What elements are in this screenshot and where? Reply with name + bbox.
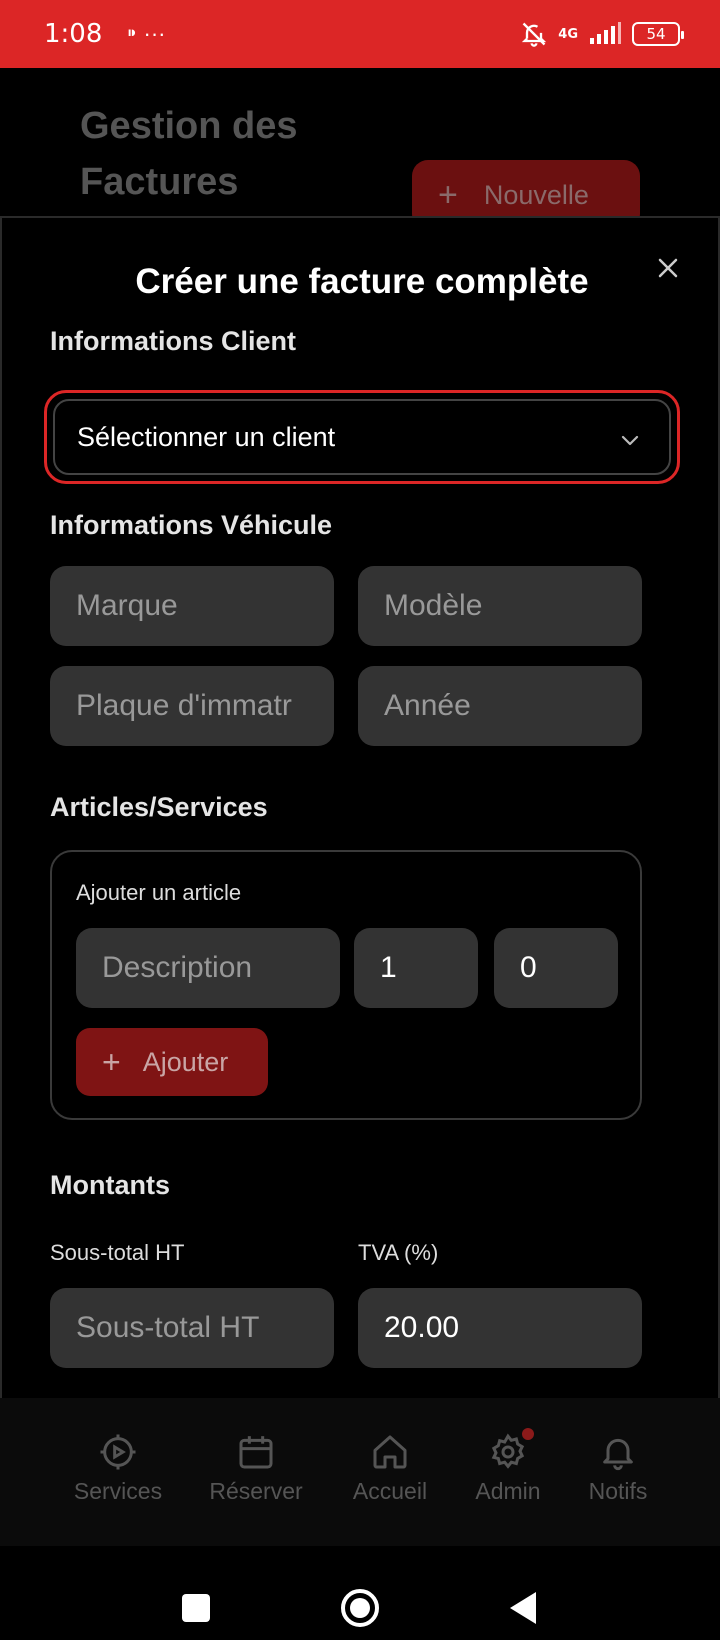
background-page: Gestion des Factures + Nouvelle <box>0 68 720 230</box>
create-invoice-modal: Créer une facture complète Informations … <box>0 216 720 1398</box>
status-right-icons: 4G 54 <box>520 0 684 68</box>
circle-icon <box>341 1589 379 1627</box>
new-invoice-label: Nouvelle <box>483 179 589 210</box>
amounts-section-label: Montants <box>50 1170 170 1200</box>
nav-item-reserver[interactable]: Réserver <box>186 1432 326 1505</box>
client-section-label: Informations Client <box>50 326 297 356</box>
modal-title: Créer une facture complète <box>135 262 589 301</box>
recent-apps-button[interactable] <box>182 1594 210 1627</box>
system-navigation-bar <box>0 1546 720 1640</box>
vat-field[interactable]: 20.00 <box>358 1288 642 1368</box>
nav-label-admin: Admin <box>475 1478 541 1504</box>
bottom-navigation: Services Réserver Accueil Admin Notifs <box>0 1398 720 1546</box>
settings-icon <box>491 1433 525 1469</box>
subtotal-label: Sous-total HT <box>50 1240 185 1265</box>
subtotal-field[interactable]: Sous-total HT <box>50 1288 334 1368</box>
nav-label-services: Services <box>73 1478 163 1504</box>
client-select-focus-ring: Sélectionner un client <box>44 390 680 484</box>
home-icon <box>373 1435 407 1469</box>
add-article-label: Ajouter un article <box>76 880 242 905</box>
status-bar: 1:08 ⁍ ··· 4G 54 <box>0 0 720 68</box>
articles-section-label: Articles/Services <box>50 792 268 822</box>
add-article-button-label: Ajouter <box>142 1046 229 1077</box>
status-time: 1:08 <box>44 19 103 49</box>
battery-icon: 54 <box>632 22 684 46</box>
signal-strength-icon <box>588 22 622 46</box>
client-select-value: Sélectionner un client <box>77 421 336 452</box>
notification-dot <box>522 1428 534 1440</box>
page-title: Gestion des Factures <box>80 105 298 203</box>
nav-item-notifs[interactable]: Notifs <box>548 1432 688 1505</box>
chevron-down-icon <box>619 427 641 458</box>
add-article-box: Ajouter un article Description 1 0 + Ajo… <box>50 850 642 1120</box>
vehicle-brand-field[interactable]: Marque <box>50 566 334 646</box>
article-price-field[interactable]: 0 <box>494 928 618 1008</box>
vat-label: TVA (%) <box>358 1240 439 1265</box>
nav-label-accueil: Accueil <box>352 1478 428 1504</box>
nav-label-reserver: Réserver <box>209 1478 303 1504</box>
article-quantity-field[interactable]: 1 <box>354 928 478 1008</box>
add-article-button[interactable]: + Ajouter <box>76 1028 268 1096</box>
back-button[interactable] <box>508 1590 538 1631</box>
square-icon <box>182 1594 210 1622</box>
home-button[interactable] <box>340 1588 380 1633</box>
vehicle-model-field[interactable]: Modèle <box>358 566 642 646</box>
notifications-muted-icon <box>520 20 548 48</box>
nav-item-services[interactable]: Services <box>48 1432 188 1505</box>
article-description-field[interactable]: Description <box>76 928 340 1008</box>
bell-icon <box>603 1438 633 1471</box>
status-extra-icons: ⁍ ··· <box>126 21 166 46</box>
triangle-back-icon <box>510 1592 536 1624</box>
client-select[interactable]: Sélectionner un client <box>53 399 671 475</box>
vehicle-plate-field[interactable]: Plaque d'immatr <box>50 666 334 746</box>
vehicle-year-field[interactable]: Année <box>358 666 642 746</box>
gear-play-icon <box>100 1434 136 1470</box>
calendar-icon <box>239 1436 273 1469</box>
nav-label-notifs: Notifs <box>588 1478 648 1504</box>
network-type-label: 4G <box>558 26 578 42</box>
plus-icon: + <box>438 175 458 214</box>
vehicle-section-label: Informations Véhicule <box>50 510 333 540</box>
plus-icon: + <box>102 1043 121 1080</box>
